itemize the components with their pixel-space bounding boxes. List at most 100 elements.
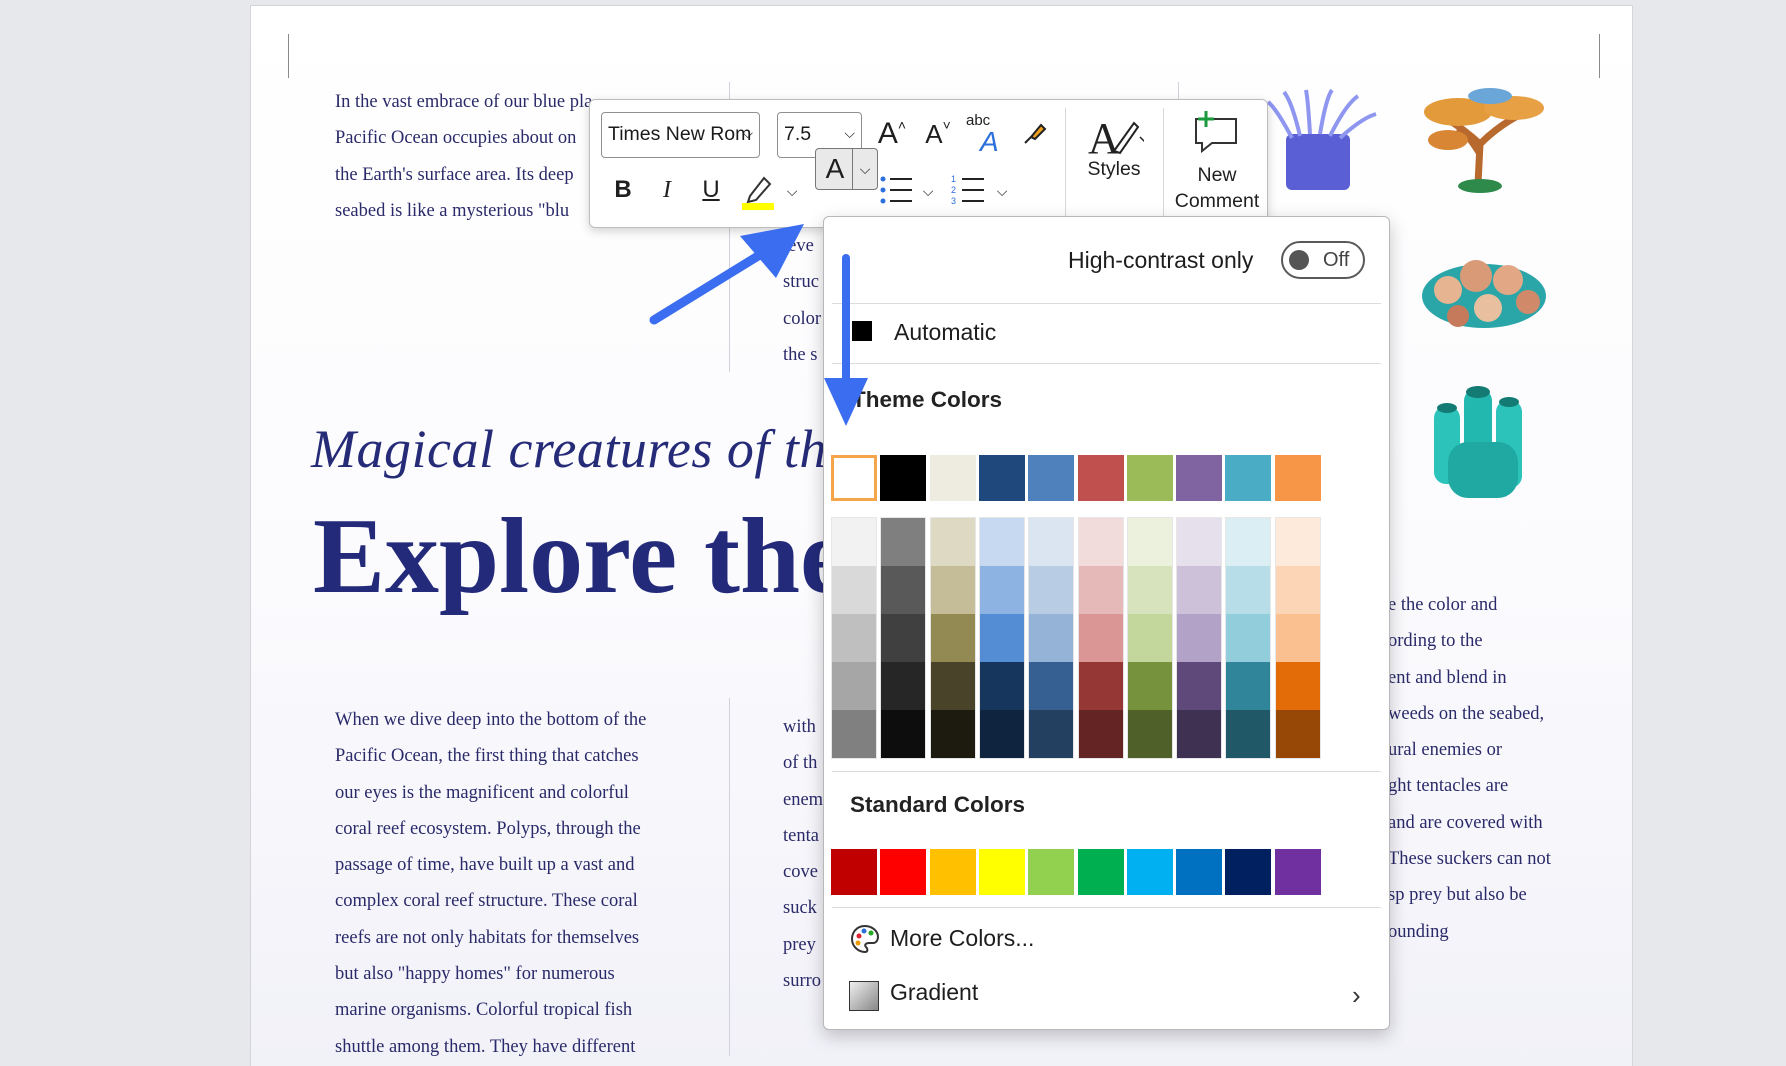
shade-color-swatch[interactable]	[930, 566, 975, 614]
high-contrast-toggle[interactable]: Off	[1281, 241, 1365, 279]
shade-color-swatch[interactable]	[930, 518, 975, 566]
font-color-button[interactable]: A	[815, 148, 855, 190]
standard-color-swatch[interactable]	[1274, 849, 1321, 895]
shade-color-swatch[interactable]	[1275, 566, 1320, 614]
theme-color-swatch[interactable]	[978, 455, 1025, 501]
shade-column	[1028, 517, 1075, 759]
standard-color-swatch[interactable]	[1126, 849, 1173, 895]
shade-color-swatch[interactable]	[930, 662, 975, 710]
shade-color-swatch[interactable]	[1275, 614, 1320, 662]
new-comment-button[interactable]	[1177, 106, 1255, 158]
shade-color-swatch[interactable]	[1226, 566, 1271, 614]
font-a-icon: A	[980, 126, 999, 157]
shade-column	[1225, 517, 1272, 759]
text-line: ural enemies or	[1388, 740, 1503, 761]
text-line: but also "happy homes" for numerous	[335, 964, 615, 985]
numbering-dropdown-button[interactable]: ⌵	[992, 176, 1012, 206]
shade-color-swatch[interactable]	[1275, 518, 1320, 566]
shade-color-swatch[interactable]	[881, 710, 926, 758]
underline-button[interactable]: U	[692, 168, 730, 212]
theme-color-swatch[interactable]	[1176, 455, 1223, 501]
more-colors-option[interactable]: More Colors...	[890, 925, 1034, 952]
shade-color-swatch[interactable]	[1029, 662, 1074, 710]
shade-color-swatch[interactable]	[979, 614, 1024, 662]
shade-color-swatch[interactable]	[1177, 662, 1222, 710]
theme-color-swatch[interactable]	[1077, 455, 1124, 501]
shade-color-swatch[interactable]	[832, 662, 876, 710]
numbering-button[interactable]: 123	[946, 168, 990, 212]
clear-formatting-button[interactable]: abc A	[962, 110, 1008, 158]
bullets-button[interactable]	[874, 168, 918, 212]
shade-color-swatch[interactable]	[979, 566, 1024, 614]
shade-color-swatch[interactable]	[1127, 614, 1172, 662]
standard-color-swatch[interactable]	[1028, 849, 1075, 895]
theme-color-swatch[interactable]	[880, 455, 927, 501]
shade-color-swatch[interactable]	[1029, 614, 1074, 662]
theme-color-swatch[interactable]	[1126, 455, 1173, 501]
shade-color-swatch[interactable]	[1078, 614, 1123, 662]
shade-color-swatch[interactable]	[1226, 662, 1271, 710]
shade-color-swatch[interactable]	[1078, 710, 1123, 758]
bold-button[interactable]: B	[604, 168, 642, 212]
shade-color-swatch[interactable]	[1177, 710, 1222, 758]
shrink-font-icon: A	[925, 118, 943, 149]
shade-color-swatch[interactable]	[1078, 662, 1123, 710]
shade-color-swatch[interactable]	[979, 710, 1024, 758]
shade-color-swatch[interactable]	[881, 518, 926, 566]
shade-color-swatch[interactable]	[1029, 518, 1074, 566]
shade-color-swatch[interactable]	[1226, 518, 1271, 566]
shade-color-swatch[interactable]	[930, 710, 975, 758]
shade-color-swatch[interactable]	[1275, 710, 1320, 758]
theme-color-swatch[interactable]	[1274, 455, 1321, 501]
shade-color-swatch[interactable]	[832, 614, 876, 662]
shade-color-swatch[interactable]	[1127, 710, 1172, 758]
shade-color-swatch[interactable]	[1177, 518, 1222, 566]
standard-color-swatch[interactable]	[1077, 849, 1124, 895]
shade-color-swatch[interactable]	[1127, 662, 1172, 710]
shade-color-swatch[interactable]	[1127, 518, 1172, 566]
standard-color-swatch[interactable]	[978, 849, 1025, 895]
shade-color-swatch[interactable]	[1275, 662, 1320, 710]
highlight-color-button[interactable]	[736, 168, 780, 216]
standard-color-swatch[interactable]	[1225, 849, 1272, 895]
italic-button[interactable]: I	[648, 168, 686, 212]
shade-color-swatch[interactable]	[930, 614, 975, 662]
shade-color-swatch[interactable]	[1029, 710, 1074, 758]
styles-icon: A	[1088, 114, 1144, 163]
shade-color-swatch[interactable]	[881, 614, 926, 662]
shade-color-swatch[interactable]	[832, 518, 876, 566]
automatic-color-option[interactable]: Automatic	[894, 319, 996, 346]
bullet-list-icon	[880, 176, 912, 204]
theme-color-swatch[interactable]	[831, 455, 877, 501]
shade-color-swatch[interactable]	[881, 662, 926, 710]
standard-color-swatch[interactable]	[831, 849, 877, 895]
bullets-dropdown-button[interactable]: ⌵	[918, 176, 938, 206]
shade-color-swatch[interactable]	[1029, 566, 1074, 614]
shade-color-swatch[interactable]	[1226, 614, 1271, 662]
standard-color-swatch[interactable]	[1176, 849, 1223, 895]
standard-color-swatch[interactable]	[929, 849, 976, 895]
shade-color-swatch[interactable]	[1078, 518, 1123, 566]
coral-tree-illustration	[1424, 88, 1544, 193]
shade-color-swatch[interactable]	[1177, 614, 1222, 662]
highlight-dropdown-button[interactable]: ⌵	[782, 176, 802, 206]
shade-color-swatch[interactable]	[881, 566, 926, 614]
standard-color-swatch[interactable]	[880, 849, 927, 895]
text-line: reefs are not only habitats for themselv…	[335, 927, 640, 948]
shade-color-swatch[interactable]	[979, 662, 1024, 710]
font-name-dropdown[interactable]: Times New Rom ⌵	[601, 112, 760, 158]
shade-color-swatch[interactable]	[1078, 566, 1123, 614]
shade-color-swatch[interactable]	[979, 518, 1024, 566]
shade-color-swatch[interactable]	[1177, 566, 1222, 614]
shade-color-swatch[interactable]	[832, 566, 876, 614]
shade-color-swatch[interactable]	[1127, 566, 1172, 614]
theme-color-swatch[interactable]	[929, 455, 976, 501]
shade-color-swatch[interactable]	[832, 710, 876, 758]
theme-color-swatch[interactable]	[1028, 455, 1075, 501]
text-line: ght tentacles are	[1388, 776, 1509, 797]
format-painter-button[interactable]	[1014, 112, 1054, 156]
theme-color-swatch[interactable]	[1225, 455, 1272, 501]
gradient-option[interactable]: Gradient	[890, 979, 978, 1006]
shade-color-swatch[interactable]	[1226, 710, 1271, 758]
shrink-font-button[interactable]: A ˅	[918, 112, 958, 156]
